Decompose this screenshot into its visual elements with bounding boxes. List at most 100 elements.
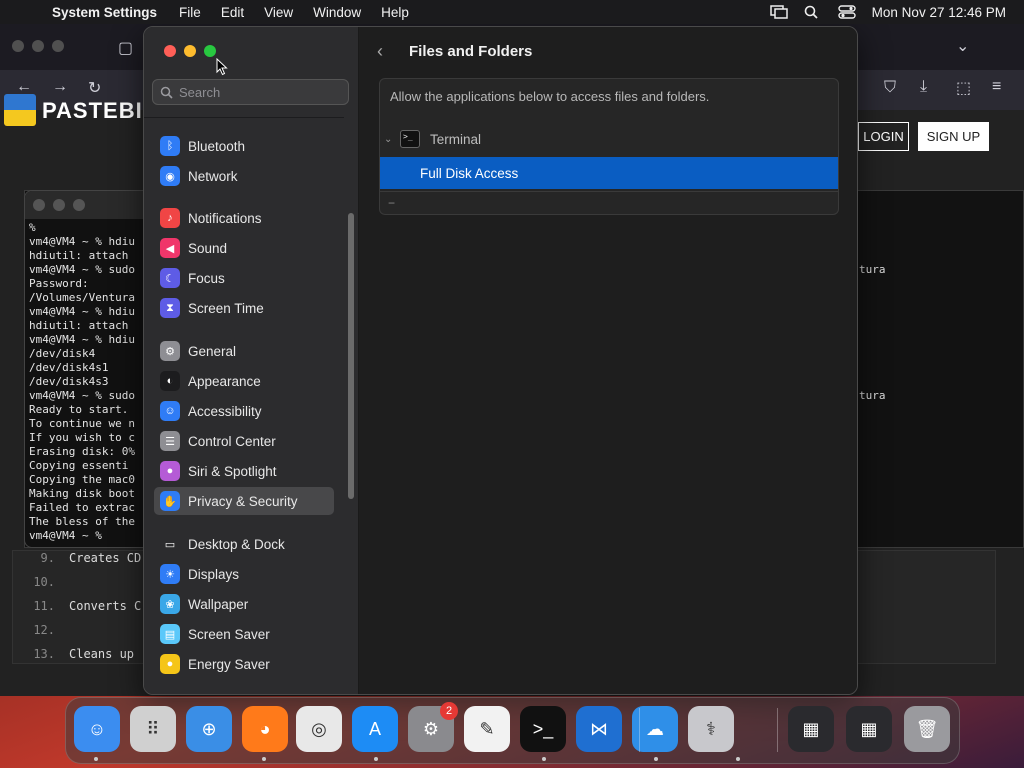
sidebar-item-label: Control Center — [188, 433, 276, 449]
sidebar-item-appearance[interactable]: ◐ Appearance — [154, 367, 334, 395]
menu-bar: System Settings File Edit View Window He… — [0, 0, 1024, 24]
moon-icon: ☾ — [160, 268, 180, 288]
pastebin-site-name[interactable]: PASTEBIN — [42, 98, 160, 124]
menu-help[interactable]: Help — [371, 5, 419, 20]
sidebar-item-screen-saver[interactable]: ▤ Screen Saver — [154, 620, 334, 648]
app-row-terminal[interactable]: ⌄ >_ Terminal — [380, 124, 838, 154]
sidebar-item-label: Focus — [188, 270, 225, 286]
remove-button[interactable]: − — [380, 191, 838, 214]
files-folders-description: Allow the applications below to access f… — [390, 89, 710, 104]
terminal-output[interactable]: % vm4@VM4 ~ % hdiu hdiutil: attach vm4@V… — [25, 219, 159, 545]
sidebar-item-network[interactable]: ◉ Network — [154, 162, 334, 190]
hamburger-menu-icon[interactable]: ≡ — [992, 78, 1001, 96]
sidebar-item-label: General — [188, 343, 237, 359]
dock-firefox-icon[interactable]: ◕ — [242, 706, 288, 752]
wallpaper-icon: ❀ — [160, 594, 180, 614]
dock-app-store-icon[interactable]: A — [352, 706, 398, 752]
window-close-button[interactable] — [164, 45, 176, 57]
pastebin-logo-icon[interactable] — [4, 94, 36, 126]
menu-file[interactable]: File — [169, 5, 211, 20]
dock-system-settings-icon[interactable]: ⚙ 2 — [408, 702, 458, 752]
dock-firefox-window-icon[interactable]: ▦ — [788, 706, 834, 752]
dock-launchpad-icon[interactable]: ⠿ — [130, 706, 176, 752]
window-minimize-button[interactable] — [184, 45, 196, 57]
dock-vs-code-icon[interactable]: ⋈ — [576, 706, 622, 752]
sidebar-item-focus[interactable]: ☾ Focus — [154, 264, 334, 292]
code-text: Creates CD — [69, 551, 142, 565]
chevron-down-icon[interactable]: ⌄ — [956, 36, 969, 56]
full-disk-access-row[interactable]: Full Disk Access — [380, 157, 838, 189]
menu-window[interactable]: Window — [303, 5, 371, 20]
sidebar-item-displays[interactable]: ☀ Displays — [154, 560, 334, 588]
terminal-window[interactable]: % vm4@VM4 ~ % hdiu hdiutil: attach vm4@V… — [24, 190, 160, 548]
browser-minimize-dot[interactable] — [32, 40, 44, 52]
dock-trash-icon[interactable]: 🗑 — [904, 706, 950, 752]
sidebar-item-label: Sound — [188, 240, 228, 256]
window-zoom-button[interactable] — [204, 45, 216, 57]
code-line: 12. — [13, 623, 69, 639]
terminal-close-button[interactable] — [33, 199, 45, 211]
terminal-output-fragment: tura — [859, 263, 886, 276]
dock-running-indicator — [542, 757, 546, 761]
disclosure-chevron-icon[interactable]: ⌄ — [384, 134, 394, 145]
line-number: 12. — [33, 623, 55, 637]
sidebar-item-control-center[interactable]: ☰ Control Center — [154, 427, 334, 455]
terminal-zoom-button[interactable] — [73, 199, 85, 211]
browser-zoom-dot[interactable] — [52, 40, 64, 52]
menu-edit[interactable]: Edit — [211, 5, 254, 20]
menu-view[interactable]: View — [254, 5, 303, 20]
tab-overview-icon[interactable]: ▢ — [118, 38, 133, 58]
reload-icon[interactable]: ↻ — [88, 78, 101, 98]
sidebar-item-siri-spotlight[interactable]: ● Siri & Spotlight — [154, 457, 334, 485]
terminal-titlebar[interactable] — [25, 191, 159, 219]
sidebar-item-wallpaper[interactable]: ❀ Wallpaper — [154, 590, 334, 618]
dock-disk-utility-icon[interactable]: ⚕ — [688, 706, 734, 752]
code-text: Converts C — [69, 599, 142, 613]
spotlight-search-icon[interactable] — [804, 5, 822, 19]
dock-terminal-window-icon[interactable]: ▦ — [846, 706, 892, 752]
settings-sidebar: ᛒ Bluetooth ◉ Network ♪ Notifications ◀ Sound ☾ F… — [144, 27, 359, 694]
signup-button[interactable]: SIGN UP — [918, 122, 989, 151]
display-icon: ☀ — [160, 564, 180, 584]
sidebar-item-desktop-dock[interactable]: ▭ Desktop & Dock — [154, 530, 334, 558]
sidebar-item-screen-time[interactable]: ⧗ Screen Time — [154, 294, 334, 322]
back-chevron-icon[interactable]: ‹ — [377, 41, 383, 62]
sidebar-search[interactable] — [152, 79, 349, 105]
dock-chrome-icon[interactable]: ◎ — [296, 706, 342, 752]
sidebar-item-energy-saver[interactable]: ● Energy Saver — [154, 650, 334, 678]
dock-safari-icon[interactable]: ⊕ — [186, 706, 232, 752]
forward-arrow-icon[interactable]: → — [52, 78, 68, 96]
sidebar-item-notifications[interactable]: ♪ Notifications — [154, 204, 334, 232]
screen-mirroring-icon[interactable] — [769, 5, 788, 19]
dock-finder-icon[interactable]: ☺ — [74, 706, 120, 752]
extensions-icon[interactable]: ⬚ — [956, 78, 971, 98]
control-center-icon: ☰ — [160, 431, 180, 451]
pocket-icon[interactable]: ⛉ — [884, 79, 896, 97]
sidebar-scrollbar[interactable] — [348, 213, 354, 499]
sidebar-item-bluetooth[interactable]: ᛒ Bluetooth — [154, 132, 334, 160]
line-number: 13. — [33, 647, 55, 661]
dock-terminal-icon[interactable]: >_ — [520, 706, 566, 752]
control-center-icon[interactable] — [837, 5, 856, 19]
sidebar-item-sound[interactable]: ◀ Sound — [154, 234, 334, 262]
menu-clock[interactable]: Mon Nov 27 12:46 PM — [872, 5, 1006, 20]
dock-textedit-icon[interactable]: ✎ — [464, 706, 510, 752]
menu-app-name[interactable]: System Settings — [44, 5, 169, 20]
sidebar-item-label: Accessibility — [188, 403, 262, 419]
browser-close-dot[interactable] — [12, 40, 24, 52]
sidebar-item-label: Siri & Spotlight — [188, 463, 277, 479]
system-settings-window: ᛒ Bluetooth ◉ Network ♪ Notifications ◀ Sound ☾ F… — [143, 26, 858, 695]
terminal-minimize-button[interactable] — [53, 199, 65, 211]
settings-content-pane: ‹ Files and Folders Allow the applicatio… — [359, 27, 857, 694]
sidebar-item-accessibility[interactable]: ☺ Accessibility — [154, 397, 334, 425]
search-input[interactable] — [179, 84, 339, 100]
sidebar-item-label: Appearance — [188, 373, 261, 389]
sidebar-item-privacy-security[interactable]: ✋ Privacy & Security — [154, 487, 334, 515]
login-button[interactable]: LOGIN — [858, 122, 909, 151]
files-folders-list: Allow the applications below to access f… — [379, 78, 839, 215]
sidebar-item-general[interactable]: ⚙ General — [154, 337, 334, 365]
download-icon[interactable]: ⤓ — [920, 78, 927, 96]
appearance-icon: ◐ — [160, 371, 180, 391]
